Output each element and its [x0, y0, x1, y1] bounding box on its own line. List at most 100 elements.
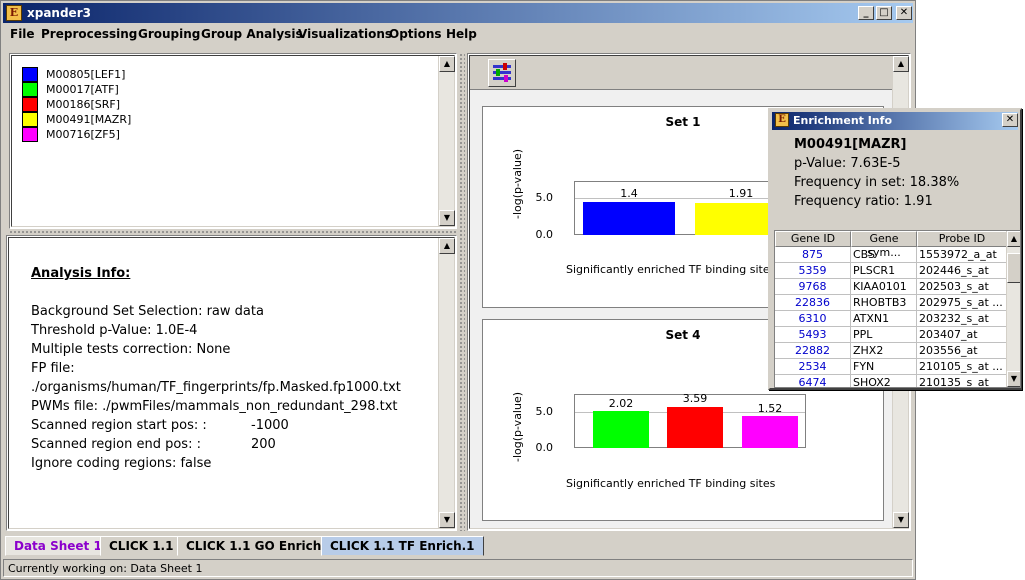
gene-symbol-cell: KIAA0101 [851, 279, 917, 295]
chart-toolbar [470, 56, 908, 90]
analysis-line: Ignore coding regions: false [31, 456, 212, 471]
scroll-up-button[interactable]: ▲ [439, 56, 455, 72]
y-tick: 0.0 [535, 228, 554, 241]
menu-help[interactable]: Help [446, 27, 477, 41]
probe-id-cell: 203232_s_at [917, 311, 1007, 327]
analysis-scrollbar[interactable]: ▲ ▼ [438, 238, 455, 528]
legend-swatch [22, 67, 38, 82]
bar [742, 416, 798, 448]
gene-symbol-cell: SHOX2 [851, 375, 917, 387]
close-button[interactable]: ✕ [1002, 113, 1018, 127]
analysis-panel: Analysis Info: Background Set Selection:… [6, 235, 457, 531]
legend-swatch [22, 112, 38, 127]
gene-table: Gene ID Gene sym... Probe ID 875 CBS 155… [774, 230, 1021, 388]
y-axis-label: -log(p-value) [511, 391, 524, 462]
gene-symbol-cell: FYN [851, 359, 917, 375]
gene-id-cell[interactable]: 6474 [775, 375, 851, 387]
table-scrollbar[interactable]: ▲ ▼ [1006, 231, 1020, 387]
menu-preprocessing[interactable]: Preprocessing [41, 27, 137, 41]
gene-id-cell[interactable]: 22836 [775, 295, 851, 311]
menu-file[interactable]: File [10, 27, 35, 41]
gene-symbol-cell: PPL [851, 327, 917, 343]
start-pos-value: -1000 [251, 418, 289, 433]
scroll-down-button[interactable]: ▼ [1007, 371, 1020, 387]
gene-symbol-cell: RHOBTB3 [851, 295, 917, 311]
gene-id-cell[interactable]: 5493 [775, 327, 851, 343]
y-tick: 5.0 [535, 191, 554, 204]
menu-group-analysis[interactable]: Group Analysis [201, 27, 303, 41]
gene-id-cell[interactable]: 9768 [775, 279, 851, 295]
column-header-gene-symbol[interactable]: Gene sym... [851, 231, 917, 259]
bar-label: 3.59 [682, 392, 708, 405]
bar-label: 2.02 [608, 397, 634, 410]
maximize-button[interactable]: □ [876, 6, 892, 20]
menu-grouping[interactable]: Grouping [138, 27, 200, 41]
legend-scrollbar[interactable]: ▲ ▼ [438, 56, 455, 226]
title-bar[interactable]: E xpander3 _ □ ✕ [3, 3, 913, 23]
bar [667, 407, 723, 448]
close-button[interactable]: ✕ [896, 6, 912, 20]
gene-symbol-cell: ZHX2 [851, 343, 917, 359]
x-axis-label: Significantly enriched TF binding sites [566, 477, 776, 490]
legend-swatch [22, 97, 38, 112]
probe-id-cell: 202503_s_at [917, 279, 1007, 295]
status-bar: Currently working on: Data Sheet 1 [3, 559, 913, 577]
legend-label: M00491[MAZR] [46, 113, 132, 126]
enrichment-title: Enrichment Info [793, 114, 892, 127]
chart-settings-button[interactable] [488, 59, 516, 87]
gene-id-cell[interactable]: 6310 [775, 311, 851, 327]
legend-label: M00186[SRF] [46, 98, 121, 111]
legend-swatch [22, 82, 38, 97]
y-tick: 0.0 [535, 441, 554, 454]
analysis-line: Threshold p-Value: 1.0E-4 [31, 323, 198, 338]
menu-visualizations[interactable]: Visualizations [298, 27, 392, 41]
plot-area: 2.02 3.59 1.52 [574, 392, 806, 448]
analysis-line: ./organisms/human/TF_fingerprints/fp.Mas… [31, 380, 401, 395]
y-axis-label: -log(p-value) [511, 148, 524, 219]
analysis-line: Multiple tests correction: None [31, 342, 231, 357]
gene-id-cell[interactable]: 22882 [775, 343, 851, 359]
legend-label: M00805[LEF1] [46, 68, 126, 81]
legend-swatch [22, 127, 38, 142]
bar-label: 1.4 [620, 187, 638, 200]
scroll-down-button[interactable]: ▼ [439, 512, 455, 528]
gene-id-cell[interactable]: 875 [775, 247, 851, 263]
frequency-in-set: Frequency in set: 18.38% [794, 175, 960, 190]
p-value: p-Value: 7.63E-5 [794, 156, 901, 171]
scroll-thumb[interactable] [1007, 253, 1020, 283]
legend-panel: M00805[LEF1] M00017[ATF] M00186[SRF] M00… [9, 53, 457, 229]
gene-symbol-cell: CBS [851, 247, 917, 263]
menu-options[interactable]: Options [389, 27, 442, 41]
vertical-splitter[interactable] [459, 53, 465, 531]
enrichment-title-bar[interactable]: E Enrichment Info ✕ [772, 112, 1018, 130]
scroll-up-button[interactable]: ▲ [1007, 231, 1020, 247]
tab-data-sheet-1[interactable]: Data Sheet 1 [5, 536, 111, 556]
sliders-icon [493, 63, 511, 82]
motif-name: M00491[MAZR] [794, 137, 907, 152]
tab-click-go-enrich[interactable]: CLICK 1.1 GO Enrich.2 [177, 536, 344, 556]
minimize-button[interactable]: _ [858, 6, 874, 20]
scroll-down-button[interactable]: ▼ [439, 210, 455, 226]
gene-symbol-cell: ATXN1 [851, 311, 917, 327]
column-header-probe-id[interactable]: Probe ID [917, 231, 1007, 247]
horizontal-splitter[interactable] [9, 230, 457, 235]
column-header-gene-id[interactable]: Gene ID [775, 231, 851, 247]
gene-id-cell[interactable]: 5359 [775, 263, 851, 279]
analysis-line: Scanned region end pos: : [31, 437, 201, 452]
probe-id-cell: 210105_s_at ... [917, 359, 1007, 375]
analysis-line: FP file: [31, 361, 75, 376]
bar-label: 1.52 [757, 402, 783, 415]
scroll-up-button[interactable]: ▲ [893, 56, 909, 72]
app-icon: E [6, 5, 22, 21]
gene-id-cell[interactable]: 2534 [775, 359, 851, 375]
window-title: xpander3 [27, 6, 91, 20]
scroll-up-button[interactable]: ▲ [439, 238, 455, 254]
tab-click-1-1[interactable]: CLICK 1.1 [100, 536, 183, 556]
tab-click-tf-enrich[interactable]: CLICK 1.1 TF Enrich.1 [321, 536, 484, 556]
probe-id-cell: 203556_at [917, 343, 1007, 359]
legend-label: M00716[ZF5] [46, 128, 120, 141]
legend-label: M00017[ATF] [46, 83, 119, 96]
probe-id-cell: 202975_s_at ... [917, 295, 1007, 311]
scroll-down-button[interactable]: ▼ [893, 512, 909, 528]
frequency-ratio: Frequency ratio: 1.91 [794, 194, 933, 209]
